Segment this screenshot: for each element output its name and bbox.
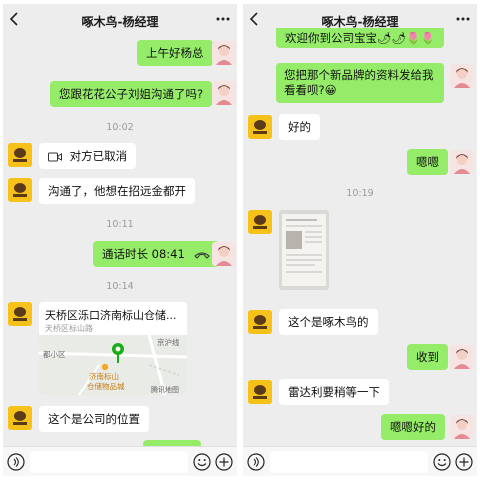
timestamp: 10:14 [106, 281, 134, 292]
avatar-self[interactable] [450, 64, 474, 88]
emoji-icon[interactable] [433, 453, 451, 471]
chat-panel-right: 啄木鸟-杨经理 欢迎你到公司宝宝🌶🌶🌷🌷 您把那个新品牌的资料发给我看看呗?😀 … [243, 4, 477, 476]
input-bar [3, 446, 237, 476]
avatar-contact[interactable] [248, 380, 272, 404]
voice-input-icon[interactable] [247, 453, 265, 471]
message-bubble-sent[interactable]: 嗯嗯好的 [381, 414, 445, 440]
chat-title: 啄木鸟-杨经理 [81, 15, 159, 29]
chat-panel-left: 啄木鸟-杨经理 上午好杨总 您跟花花公子刘姐沟通了吗? 10:02 对方已取消 … [3, 4, 237, 476]
avatar-self[interactable] [450, 150, 474, 174]
avatar-self[interactable] [212, 242, 236, 266]
phone-hangup-icon [194, 252, 211, 259]
plus-icon[interactable] [455, 453, 473, 471]
chat-header: 啄木鸟-杨经理 [3, 4, 237, 36]
video-call-icon [48, 152, 62, 161]
message-bubble-sent[interactable]: 欢迎你到公司宝宝🌶🌶🌷🌷 [276, 28, 444, 48]
map-label: 仓储物品城 [87, 382, 125, 391]
avatar-contact[interactable] [8, 143, 32, 167]
message-bubble-sent[interactable]: 上午好杨总 [137, 40, 213, 66]
more-icon[interactable] [455, 12, 471, 26]
avatar-contact[interactable] [248, 310, 272, 334]
location-address: 天桥区标山路 [45, 324, 93, 333]
message-bubble-sent[interactable]: 嗯嗯 [407, 149, 448, 175]
message-bubble-received[interactable]: 沟通了，他想在招远金都开 [39, 178, 195, 204]
avatar-contact[interactable] [248, 210, 272, 234]
avatar-contact[interactable] [248, 115, 272, 139]
map-label: 京沪线 [157, 338, 180, 347]
image-message[interactable] [279, 210, 329, 290]
avatar-contact[interactable] [8, 406, 32, 430]
message-bubble-received[interactable]: 这个是啄木鸟的 [279, 309, 378, 335]
message-text: 对方已取消 [69, 149, 128, 163]
more-icon[interactable] [215, 12, 231, 26]
message-text: 通话时长 08:41 [102, 247, 185, 261]
message-bubble-received[interactable]: 这个是公司的位置 [39, 406, 149, 432]
poi-marker-icon [101, 363, 109, 371]
message-bubble-sent[interactable]: 您跟花花公子刘姐沟通了吗? [50, 81, 213, 107]
message-bubble-received[interactable]: 好的 [279, 114, 320, 140]
avatar-contact[interactable] [8, 178, 32, 202]
avatar-contact[interactable] [8, 302, 32, 326]
message-input[interactable] [30, 451, 188, 473]
avatar-self[interactable] [212, 41, 236, 65]
location-card[interactable]: 天桥区泺口济南标山仓储... 天桥区标山路 都小区 济南标山 仓储物品城 京沪线… [39, 302, 187, 395]
avatar-self[interactable] [450, 415, 474, 439]
message-input[interactable] [270, 451, 428, 473]
voice-input-icon[interactable] [7, 453, 25, 471]
message-bubble-sent[interactable]: 您把那个新品牌的资料发给我看看呗?😀 [276, 63, 444, 103]
message-bubble-received[interactable]: 雷达利要稍等一下 [279, 379, 389, 405]
plus-icon[interactable] [215, 453, 233, 471]
map-pin-icon [112, 343, 124, 363]
map-label: 都小区 [43, 350, 66, 359]
emoji-icon[interactable] [193, 453, 211, 471]
message-bubble-sent[interactable]: 收到 [407, 344, 448, 370]
avatar-self[interactable] [450, 345, 474, 369]
avatar-self[interactable] [212, 81, 236, 105]
message-bubble-received[interactable]: 对方已取消 [39, 143, 137, 169]
timestamp: 10:19 [346, 188, 374, 199]
map-provider-logo: 腾讯地图 [151, 386, 179, 394]
timestamp: 10:02 [106, 122, 134, 133]
message-bubble-sent[interactable]: 通话时长 08:41 [93, 241, 220, 267]
location-title: 天桥区泺口济南标山仓储... [45, 309, 177, 322]
timestamp: 10:11 [106, 219, 134, 230]
input-bar [243, 446, 477, 476]
location-map: 都小区 济南标山 仓储物品城 京沪线 腾讯地图 [39, 335, 187, 395]
